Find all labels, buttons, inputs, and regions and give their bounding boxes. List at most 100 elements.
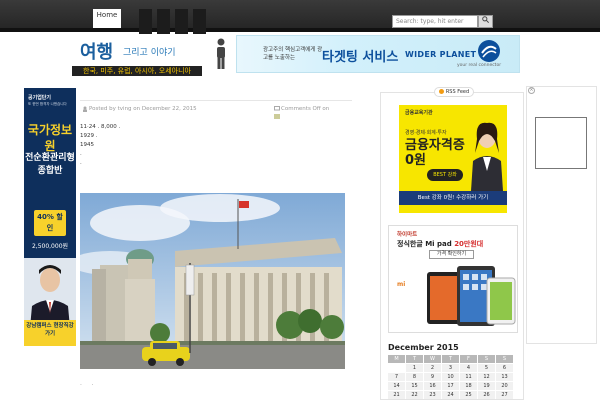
post-text-line: . — [80, 160, 82, 166]
calendar-day[interactable]: 8 — [406, 373, 423, 381]
calendar-day-header: T — [442, 355, 459, 363]
calendar-day[interactable]: 1 — [406, 364, 423, 372]
sidebar-ad-mipad[interactable]: 하이마트 정식한글 Mi pad 20만원대 가격 확인하기 mi — [388, 225, 518, 333]
logo-tagline: 한국, 미주, 유럽, 아시아, 오세아니아 — [72, 66, 202, 76]
logo-title: 여행 — [80, 42, 114, 63]
top-ad-small-text: 광고주의 핵심고객에게 광고를 노출하는 — [263, 47, 323, 61]
calendar-day[interactable]: 14 — [388, 382, 405, 390]
post-body: 11·24 . 8,000 . 1929 . 1945 . . — [80, 123, 352, 168]
nav-menu-item[interactable] — [175, 9, 188, 34]
mipad-ad-price: 20만원대 — [454, 240, 484, 248]
finance-ad-badge: BEST 강좌 — [427, 169, 463, 181]
calendar-day[interactable]: 21 — [388, 391, 405, 399]
finance-ad-cta: Best 강좌 0원! 수강하러 가기 — [399, 191, 507, 205]
rss-icon — [438, 88, 444, 94]
left-skyscraper-ad[interactable]: 공기업단기 또 한번 합격자 나왔습니다 국가정보원 전순환관리형종합반 40%… — [24, 88, 76, 346]
calendar-day-header: T — [406, 355, 423, 363]
calendar-day[interactable]: 24 — [442, 391, 459, 399]
calendar-day[interactable]: 11 — [460, 373, 477, 381]
nav-menu-item[interactable] — [157, 9, 170, 34]
post-text-line: 1929 . — [80, 133, 98, 139]
top-ad-headline: 타겟팅 서비스 — [322, 50, 399, 65]
post-trailing-text: . . — [80, 380, 94, 387]
left-ad-discount-badge: 40% 할인 — [34, 210, 66, 236]
search-button[interactable] — [478, 15, 493, 28]
sidebar-ad-finance[interactable]: 금융교육기관 경영·경제·회계·투자 금융자격증 0원 BEST 강좌 Best… — [399, 105, 507, 213]
calendar-day[interactable]: 5 — [478, 364, 495, 372]
close-icon[interactable]: × — [528, 87, 535, 94]
calendar-day-header: W — [424, 355, 441, 363]
search-icon — [482, 16, 489, 23]
calendar-day[interactable]: 2 — [424, 364, 441, 372]
nav-home-tab[interactable]: Home — [93, 9, 121, 28]
calendar-day[interactable]: 25 — [460, 391, 477, 399]
calendar-day[interactable]: 23 — [424, 391, 441, 399]
empty-ad-slot — [535, 117, 587, 169]
calendar-title: December 2015 — [388, 343, 459, 352]
calendar-day[interactable]: 27 — [496, 391, 513, 399]
finance-ad-kicker: 경영·경제·회계·투자 — [405, 130, 447, 136]
rss-feed-link[interactable]: RSS Feed — [434, 87, 474, 97]
calendar-day[interactable]: 18 — [460, 382, 477, 390]
mi-logo: mi — [397, 281, 406, 288]
left-ad-small-text: 또 한번 합격자 나왔습니다 — [28, 102, 67, 106]
comment-icon — [274, 106, 280, 111]
top-banner-ad[interactable]: 광고주의 핵심고객에게 광고를 노출하는 타겟팅 서비스 WIDER PLANE… — [236, 35, 520, 73]
post-text-line: 11·24 . 8,000 . — [80, 124, 121, 130]
calendar-day[interactable]: 16 — [424, 382, 441, 390]
post-comments-link[interactable]: Comments Off on — [281, 106, 329, 112]
mipad-ad-title: 정식한글 Mi pad 20만원대 — [397, 239, 483, 249]
left-ad-brand: 공기업단기 — [28, 95, 52, 101]
calendar-day[interactable]: 19 — [478, 382, 495, 390]
rss-feed-label: RSS Feed — [445, 89, 470, 95]
nav-menu-item[interactable] — [139, 9, 152, 34]
post-photo-city-hall[interactable] — [80, 193, 345, 369]
logo-subtitle: 그리고 이야기 — [123, 48, 176, 58]
person-icon — [217, 38, 225, 69]
calendar-day[interactable]: 15 — [406, 382, 423, 390]
top-nav-stripe — [0, 28, 600, 32]
post-meta: Posted by tving on December 22, 2015 Com… — [80, 100, 352, 120]
search-input[interactable]: Search: type, hit enter — [392, 15, 478, 28]
calendar-day[interactable]: 3 — [442, 364, 459, 372]
wider-planet-logo-icon — [478, 40, 500, 62]
nav-menu-item[interactable] — [193, 9, 206, 34]
finance-ad-title: 금융자격증 0원 — [405, 138, 465, 168]
left-ad-footer: 강남캠퍼스 현장직강 가기 — [24, 320, 76, 346]
calendar-widget: December 2015 M T W T F S S 1 2 3 4 5 6 … — [388, 343, 518, 399]
calendar-day[interactable]: 10 — [442, 373, 459, 381]
calendar-day-header: M — [388, 355, 405, 363]
calendar-day-header: S — [496, 355, 513, 363]
left-ad-title: 국가정보원 — [27, 123, 73, 153]
mipad-ad-title-prefix: 정식한글 Mi pad — [397, 240, 452, 248]
calendar-day — [388, 364, 405, 372]
calendar-day[interactable]: 17 — [442, 382, 459, 390]
calendar-day[interactable]: 20 — [496, 382, 513, 390]
tablet-devices-image — [427, 266, 516, 326]
calendar-day[interactable]: 13 — [496, 373, 513, 381]
post-text-line: 1945 — [80, 142, 94, 148]
top-nav-bar — [0, 0, 600, 28]
calendar-day-header: F — [460, 355, 477, 363]
calendar-day[interactable]: 9 — [424, 373, 441, 381]
finance-ad-brand: 금융교육기관 — [405, 110, 433, 116]
instructor-photo — [24, 258, 76, 328]
calendar-day[interactable]: 4 — [460, 364, 477, 372]
calendar-day[interactable]: 22 — [406, 391, 423, 399]
post-author-date: Posted by tving on December 22, 2015 — [89, 106, 197, 112]
left-ad-price: 2,500,000원 — [31, 243, 69, 250]
top-ad-brand: WIDER PLANET — [405, 50, 477, 59]
calendar-grid: M T W T F S S 1 2 3 4 5 6 7 8 9 10 11 12… — [388, 355, 518, 399]
post-text-line: . — [80, 151, 82, 157]
author-icon — [83, 106, 87, 112]
calendar-day[interactable]: 6 — [496, 364, 513, 372]
calendar-day[interactable]: 7 — [388, 373, 405, 381]
left-ad-subtitle: 전순환관리형종합반 — [25, 153, 75, 176]
calendar-day-header: S — [478, 355, 495, 363]
mipad-ad-price-button[interactable]: 가격 확인하기 — [429, 250, 474, 259]
edit-icon[interactable] — [274, 114, 280, 119]
calendar-day[interactable]: 26 — [478, 391, 495, 399]
site-logo[interactable]: 여행 그리고 이야기 한국, 미주, 유럽, 아시아, 오세아니아 — [72, 38, 202, 76]
calendar-day[interactable]: 12 — [478, 373, 495, 381]
mipad-ad-brand: 하이마트 — [397, 232, 418, 238]
